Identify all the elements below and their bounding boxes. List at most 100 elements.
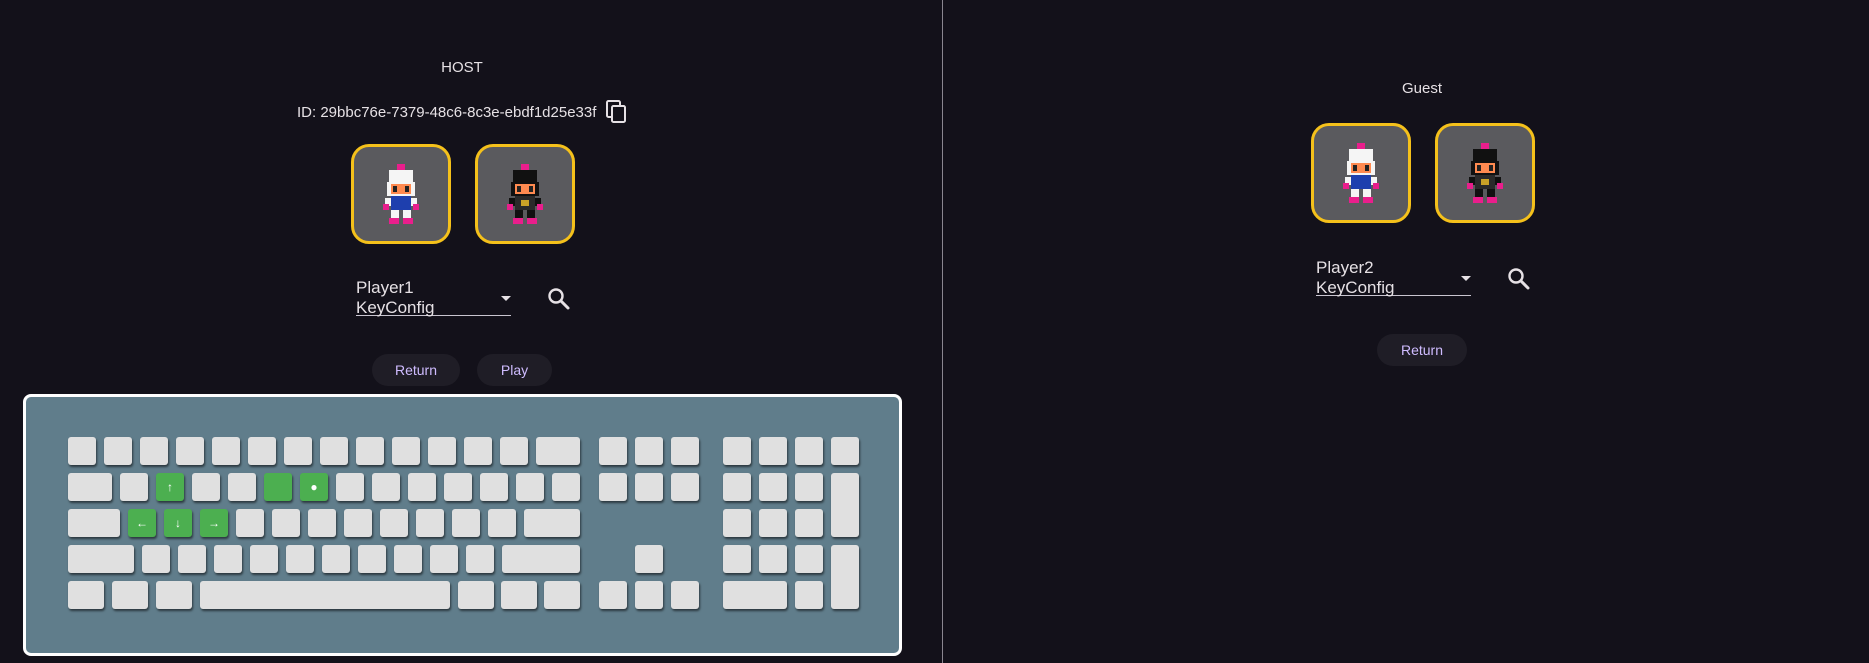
key[interactable] xyxy=(795,545,823,573)
key[interactable] xyxy=(228,473,256,501)
host-character-black[interactable] xyxy=(475,144,575,244)
key-space[interactable] xyxy=(200,581,450,609)
key[interactable] xyxy=(723,545,751,573)
key-enter[interactable] xyxy=(524,509,580,537)
key[interactable] xyxy=(322,545,350,573)
copy-icon[interactable] xyxy=(606,100,628,124)
key[interactable] xyxy=(192,473,220,501)
player1-keyconfig-select[interactable]: Player1 KeyConfig xyxy=(356,278,511,317)
key[interactable] xyxy=(480,473,508,501)
host-character-white[interactable] xyxy=(351,144,451,244)
key-menu[interactable] xyxy=(501,581,537,609)
key[interactable] xyxy=(178,545,206,573)
key[interactable] xyxy=(671,473,699,501)
key[interactable] xyxy=(356,437,384,465)
player2-keyconfig-select[interactable]: Player2 KeyConfig xyxy=(1316,258,1471,297)
key[interactable] xyxy=(284,437,312,465)
key-arrow-up[interactable] xyxy=(635,545,663,573)
key-up-active[interactable]: ↑ xyxy=(156,473,184,501)
key[interactable] xyxy=(372,473,400,501)
key[interactable] xyxy=(723,509,751,537)
key[interactable] xyxy=(68,437,96,465)
key-shift-right[interactable] xyxy=(502,545,580,573)
key[interactable] xyxy=(552,473,580,501)
search-icon[interactable] xyxy=(1506,266,1532,292)
key[interactable] xyxy=(635,437,663,465)
key[interactable] xyxy=(394,545,422,573)
search-icon[interactable] xyxy=(546,286,572,312)
key[interactable] xyxy=(286,545,314,573)
key[interactable] xyxy=(272,509,300,537)
key[interactable] xyxy=(500,437,528,465)
key[interactable] xyxy=(250,545,278,573)
key[interactable] xyxy=(466,545,494,573)
key[interactable] xyxy=(380,509,408,537)
key[interactable] xyxy=(795,473,823,501)
key[interactable] xyxy=(320,437,348,465)
key[interactable] xyxy=(723,473,751,501)
key[interactable] xyxy=(759,473,787,501)
key-arrow-down[interactable] xyxy=(635,581,663,609)
key-right-active[interactable]: → xyxy=(200,509,228,537)
key[interactable] xyxy=(308,509,336,537)
key[interactable] xyxy=(428,437,456,465)
key-down-active[interactable]: ↓ xyxy=(164,509,192,537)
key-numpad-dot[interactable] xyxy=(795,581,823,609)
key-meta[interactable] xyxy=(156,581,192,609)
key-numpad-plus[interactable] xyxy=(831,473,859,537)
key-alt-right[interactable] xyxy=(458,581,494,609)
key[interactable] xyxy=(795,437,823,465)
key-numpad-enter[interactable] xyxy=(831,545,859,609)
key-action-active[interactable]: ● xyxy=(300,473,328,501)
key[interactable] xyxy=(599,437,627,465)
key[interactable] xyxy=(444,473,472,501)
key[interactable] xyxy=(140,437,168,465)
key-ctrl-left[interactable] xyxy=(68,581,104,609)
guest-return-button[interactable]: Return xyxy=(1377,334,1467,366)
key[interactable] xyxy=(723,437,751,465)
key[interactable] xyxy=(516,473,544,501)
host-return-button[interactable]: Return xyxy=(372,354,460,386)
key-arrow-left[interactable] xyxy=(599,581,627,609)
key[interactable] xyxy=(488,509,516,537)
key-backspace[interactable] xyxy=(536,437,580,465)
key[interactable] xyxy=(795,509,823,537)
key-left-active[interactable]: ← xyxy=(128,509,156,537)
key[interactable] xyxy=(430,545,458,573)
arrow-down-icon: ↓ xyxy=(175,516,181,530)
key[interactable] xyxy=(416,509,444,537)
key-arrow-right[interactable] xyxy=(671,581,699,609)
key[interactable] xyxy=(635,473,663,501)
key[interactable] xyxy=(358,545,386,573)
key[interactable] xyxy=(176,437,204,465)
key[interactable] xyxy=(142,545,170,573)
guest-character-white[interactable] xyxy=(1311,123,1411,223)
key-numpad-0[interactable] xyxy=(723,581,787,609)
play-button[interactable]: Play xyxy=(477,354,552,386)
key[interactable] xyxy=(464,437,492,465)
key-tab[interactable] xyxy=(68,473,112,501)
key[interactable] xyxy=(452,509,480,537)
key-ctrl-right[interactable] xyxy=(544,581,580,609)
key[interactable] xyxy=(214,545,242,573)
key[interactable] xyxy=(344,509,372,537)
key-shift-left[interactable] xyxy=(68,545,134,573)
key-bomb-active[interactable] xyxy=(264,473,292,501)
key[interactable] xyxy=(120,473,148,501)
key-alt-left[interactable] xyxy=(112,581,148,609)
key[interactable] xyxy=(392,437,420,465)
key[interactable] xyxy=(248,437,276,465)
guest-character-black[interactable] xyxy=(1435,123,1535,223)
key[interactable] xyxy=(212,437,240,465)
key[interactable] xyxy=(759,509,787,537)
key[interactable] xyxy=(599,473,627,501)
key[interactable] xyxy=(408,473,436,501)
key[interactable] xyxy=(336,473,364,501)
key[interactable] xyxy=(671,437,699,465)
key-capslock[interactable] xyxy=(68,509,120,537)
key[interactable] xyxy=(759,545,787,573)
key[interactable] xyxy=(236,509,264,537)
key[interactable] xyxy=(759,437,787,465)
key[interactable] xyxy=(831,437,859,465)
key[interactable] xyxy=(104,437,132,465)
